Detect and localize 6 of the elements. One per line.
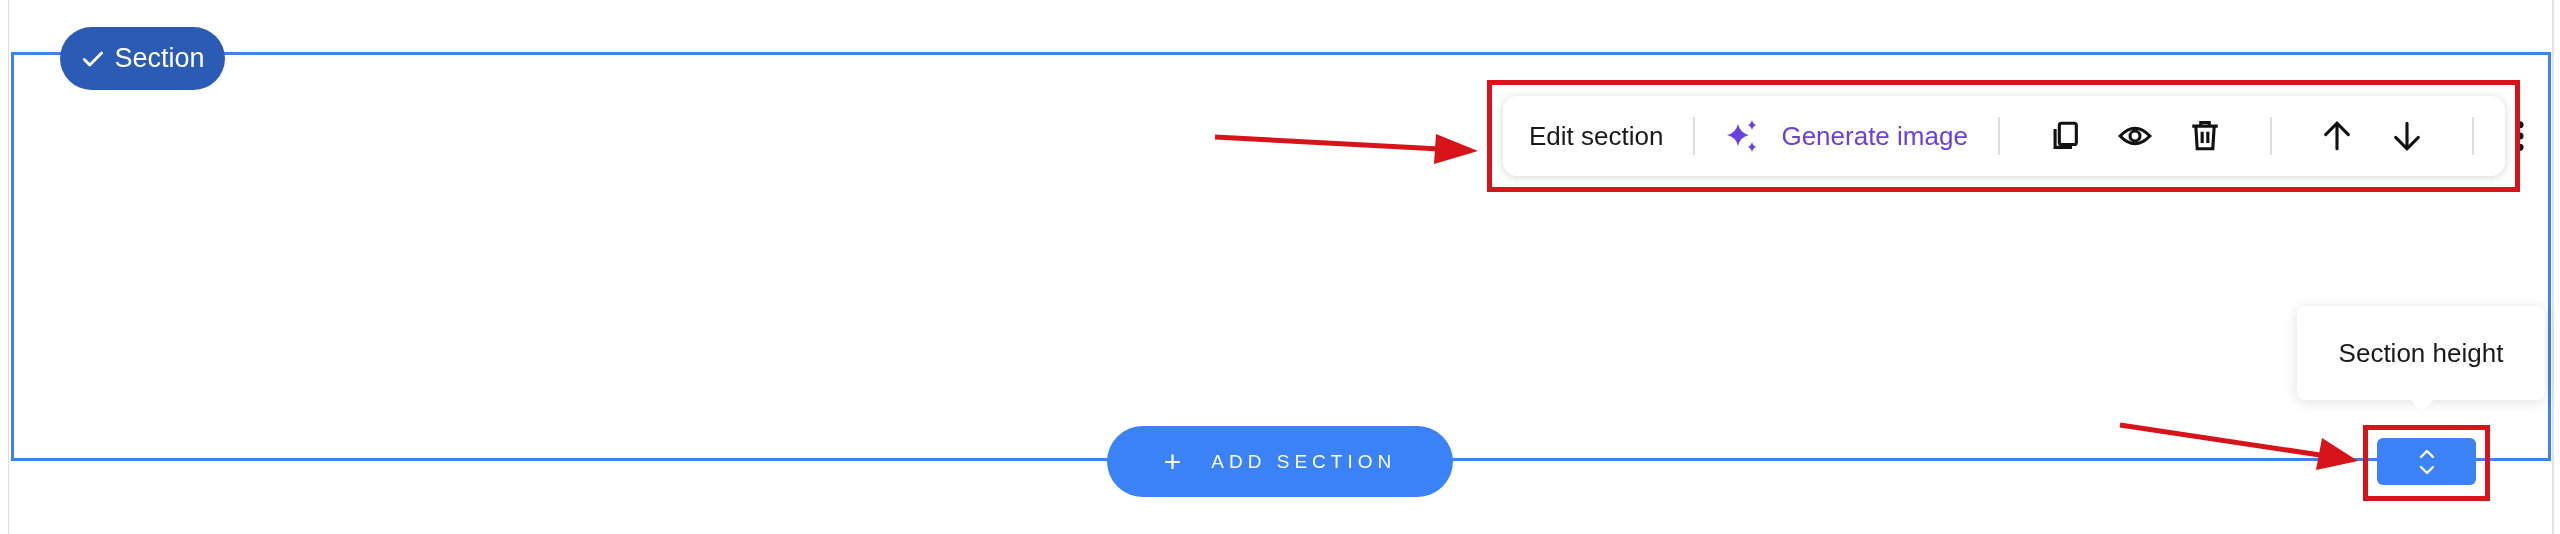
edit-section-button[interactable]: Edit section bbox=[1529, 120, 1664, 152]
generate-image-button[interactable]: Generate image bbox=[1725, 118, 1968, 154]
badge-label: Section bbox=[114, 43, 205, 74]
section-badge[interactable]: Section bbox=[60, 27, 225, 90]
add-section-button[interactable]: + ADD SECTION bbox=[1107, 426, 1453, 497]
tooltip-text: Section height bbox=[2338, 337, 2504, 369]
